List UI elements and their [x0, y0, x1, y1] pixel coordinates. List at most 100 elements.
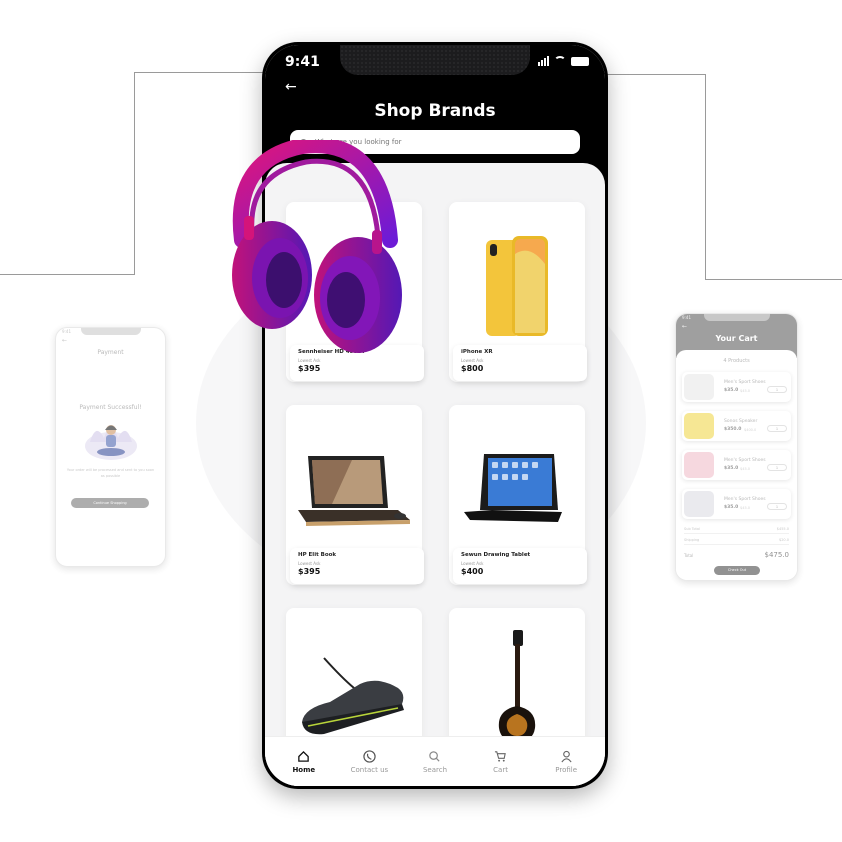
- cart-item-name: Sonos Speaker: [724, 419, 758, 424]
- product-card[interactable]: Sewun Drawing Tablet Lowest Ask $400: [449, 405, 587, 585]
- tab-contact-us[interactable]: Contact us: [339, 749, 399, 774]
- search-icon: [429, 750, 441, 762]
- product-name: HP Elit Book: [298, 552, 337, 558]
- wifi-icon: [554, 56, 566, 66]
- payment-success-text: Payment Successful!: [79, 404, 142, 411]
- phone-notch: [704, 314, 770, 321]
- product-label: Lowest Ask: [298, 561, 321, 566]
- cart-item-price: $35.0: [724, 466, 739, 471]
- quantity-value: 1: [775, 505, 779, 509]
- cart-item-price: $35.0: [724, 388, 739, 393]
- product-label: Lowest Ask: [461, 358, 484, 363]
- tab-label: Profile: [555, 765, 578, 774]
- product-image: [449, 435, 585, 545]
- cart-screen: 9:41 ← Your Cart 4 Products Men's Sport …: [675, 313, 798, 581]
- back-arrow-icon[interactable]: ←: [62, 337, 67, 344]
- shipping-label: Shipping: [684, 538, 700, 542]
- cart-item-name: Men's Sport Shoes: [724, 458, 766, 463]
- product-image: [286, 435, 422, 545]
- product-label: Lowest Ask: [461, 561, 484, 566]
- cart-item-price: $35.0: [724, 505, 739, 510]
- headphones-image: [232, 140, 402, 353]
- guitar-image: [498, 630, 536, 742]
- payment-description: Your order will be processed and sent to…: [66, 468, 155, 478]
- product-price: $800: [461, 364, 484, 373]
- product-name: Sewun Drawing Tablet: [461, 552, 531, 558]
- cart-item-thumb: [684, 374, 714, 400]
- cart-item[interactable]: Men's Sport Shoes $35.0 $45.0 1: [682, 450, 791, 480]
- subtotal-row: Sub Total $455.0: [684, 527, 789, 534]
- shipping-row: Shipping $20.0: [684, 538, 789, 545]
- cart-item[interactable]: Men's Sport Shoes $35.0 $45.0 1: [682, 372, 791, 402]
- battery-icon: [571, 56, 589, 66]
- cart-item-thumb: [684, 491, 714, 517]
- status-time: 9:41: [285, 54, 320, 70]
- iphone-image: [486, 236, 548, 336]
- tab-home[interactable]: Home: [274, 750, 334, 774]
- product-card[interactable]: HP Elit Book Lowest Ask $395: [286, 405, 424, 585]
- decor-line: [705, 74, 706, 280]
- back-arrow-icon[interactable]: ←: [682, 323, 687, 330]
- product-info: Sewun Drawing Tablet Lowest Ask $400: [453, 548, 587, 584]
- quantity-value: 1: [775, 466, 779, 470]
- status-time: 9:41: [62, 329, 71, 334]
- total-label: Total: [684, 552, 694, 558]
- cart-title: Your Cart: [715, 334, 758, 343]
- quantity-stepper[interactable]: 1: [767, 503, 787, 510]
- cart-item[interactable]: Sonos Speaker $350.0 $400.0 1: [682, 411, 791, 441]
- shipping-value: $20.0: [778, 538, 789, 542]
- product-image: [449, 630, 585, 750]
- decor-line: [606, 74, 706, 75]
- quantity-value: 1: [775, 427, 779, 431]
- cart-item-thumb: [684, 452, 714, 478]
- phone-notch: [81, 328, 141, 335]
- quantity-stepper[interactable]: 1: [767, 464, 787, 471]
- sneaker-image: [302, 657, 404, 735]
- product-image: [449, 232, 585, 342]
- cart-item-name: Men's Sport Shoes: [724, 497, 766, 502]
- phone-notch: [340, 45, 530, 75]
- cart-item-old-price: $45.0: [740, 506, 751, 510]
- tab-profile[interactable]: Profile: [536, 750, 596, 774]
- payment-screen: 9:41 ← Payment Payment Successful! Your …: [55, 327, 166, 567]
- status-icons: [538, 56, 589, 66]
- cart-item-old-price: $45.0: [740, 467, 751, 471]
- checkout-button[interactable]: Check Out: [714, 566, 760, 575]
- tab-label: Contact us: [350, 765, 389, 774]
- cart-icon: [495, 750, 506, 762]
- total-row: Total $475.0: [684, 551, 789, 559]
- signal-icon: [538, 56, 549, 66]
- product-price: $400: [461, 567, 484, 576]
- tab-label: Home: [292, 765, 316, 774]
- tab-cart[interactable]: Cart: [471, 750, 531, 774]
- product-info: iPhone XR Lowest Ask $800: [453, 345, 587, 381]
- decor-line: [134, 72, 264, 73]
- tab-bar: Home Contact us Search Cart Profile: [265, 736, 605, 786]
- payment-title: Payment: [97, 349, 124, 356]
- status-time: 9:41: [682, 315, 691, 320]
- continue-shopping-button[interactable]: Continue Shopping: [71, 498, 149, 508]
- cart-item-old-price: $400.0: [744, 428, 757, 432]
- cart-count: 4 Products: [723, 358, 750, 364]
- cart-item-price: $350.0: [724, 427, 742, 432]
- subtotal-value: $455.0: [776, 527, 789, 531]
- quantity-stepper[interactable]: 1: [767, 386, 787, 393]
- subtotal-label: Sub Total: [684, 527, 700, 531]
- tab-label: Search: [422, 765, 448, 774]
- tab-label: Cart: [493, 765, 508, 774]
- product-card[interactable]: iPhone XR Lowest Ask $800: [449, 202, 587, 382]
- decor-line: [705, 279, 842, 280]
- cart-item-name: Men's Sport Shoes: [724, 380, 766, 385]
- decor-line: [134, 72, 135, 275]
- tab-search[interactable]: Search: [405, 750, 465, 774]
- product-price: $395: [298, 364, 321, 373]
- laptop-image: [298, 456, 410, 526]
- phone-call-icon: [363, 749, 376, 763]
- cart-item[interactable]: Men's Sport Shoes $35.0 $45.0 1: [682, 489, 791, 519]
- quantity-stepper[interactable]: 1: [767, 425, 787, 432]
- cart-item-old-price: $45.0: [740, 389, 751, 393]
- product-name: iPhone XR: [461, 349, 493, 355]
- back-arrow-icon[interactable]: ←: [285, 79, 297, 95]
- meditation-illustration: [85, 425, 137, 460]
- quantity-value: 1: [775, 388, 779, 392]
